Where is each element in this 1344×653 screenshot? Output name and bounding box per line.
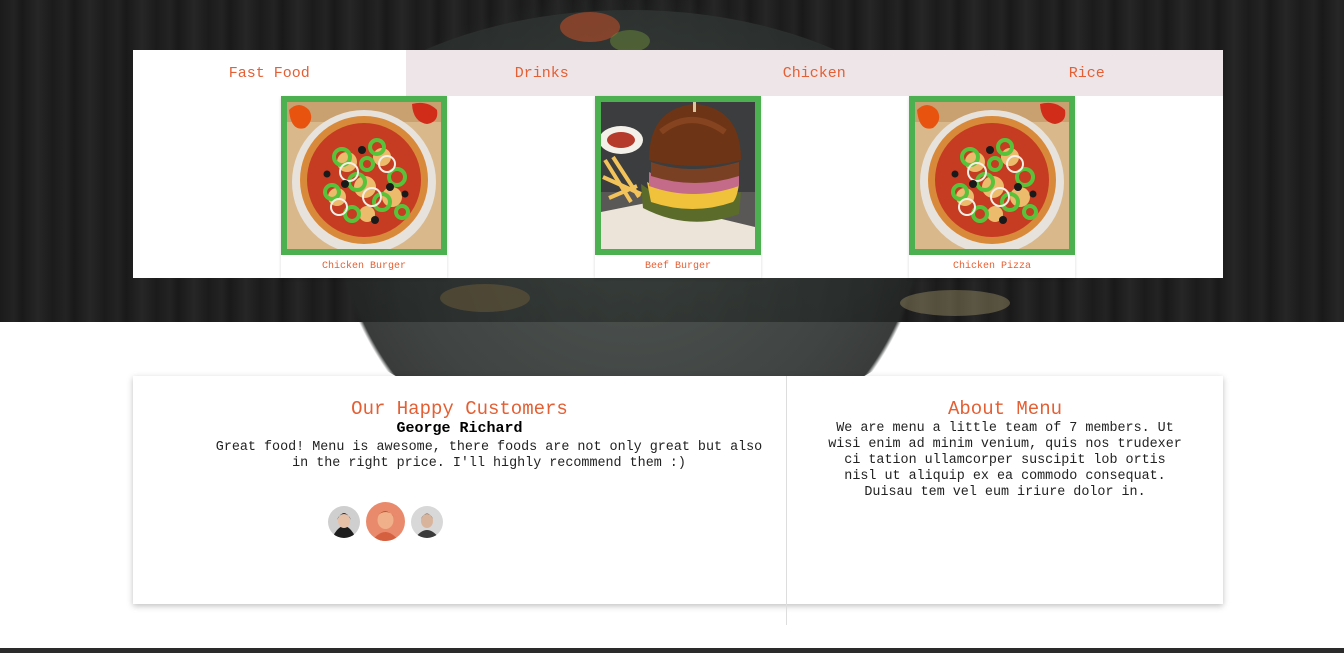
customers-testimonial: Our Happy Customers George Richard Great…: [133, 376, 786, 604]
menu-tabs-panel: Fast Food Drinks Chicken Rice Chicken Bu…: [133, 50, 1223, 278]
customer-avatars: [328, 502, 449, 541]
pizza-image: [915, 102, 1069, 249]
about-text: We are menu a little team of 7 members. …: [828, 421, 1182, 500]
customers-title: Our Happy Customers: [351, 398, 568, 420]
avatar[interactable]: [328, 505, 360, 538]
info-section: Our Happy Customers George Richard Great…: [133, 376, 1223, 604]
about-menu: About Menu We are menu a little team of …: [787, 376, 1223, 604]
hero-decoration: [440, 284, 530, 312]
tab-fast-food[interactable]: Fast Food: [133, 50, 406, 96]
menu-card-frame: [595, 96, 761, 255]
menu-card-title: Chicken Burger: [321, 261, 406, 272]
menu-card-frame: [909, 96, 1075, 255]
menu-card[interactable]: Chicken Burger: [281, 96, 447, 278]
footer-strip: [0, 648, 1344, 653]
about-title: About Menu: [947, 398, 1063, 420]
avatar[interactable]: [366, 502, 405, 541]
menu-card-title: Beef Burger: [644, 261, 711, 272]
menu-card-title: Chicken Pizza: [952, 261, 1031, 272]
avatar[interactable]: [411, 505, 443, 538]
tab-rice[interactable]: Rice: [951, 50, 1224, 96]
tab-chicken[interactable]: Chicken: [678, 50, 951, 96]
customer-name: George Richard: [396, 420, 523, 437]
customer-quote: Great food! Menu is awesome, there foods…: [215, 440, 763, 471]
menu-card[interactable]: Beef Burger: [595, 96, 761, 278]
hero-decoration: [900, 290, 1010, 316]
menu-card-frame: [281, 96, 447, 255]
menu-tabs: Fast Food Drinks Chicken Rice: [133, 50, 1223, 96]
hero-decoration: [610, 30, 650, 52]
pizza-image: [287, 102, 441, 249]
menu-card[interactable]: Chicken Pizza: [909, 96, 1075, 278]
burger-image: [601, 102, 755, 249]
tab-drinks[interactable]: Drinks: [406, 50, 679, 96]
section-divider: [786, 376, 787, 625]
